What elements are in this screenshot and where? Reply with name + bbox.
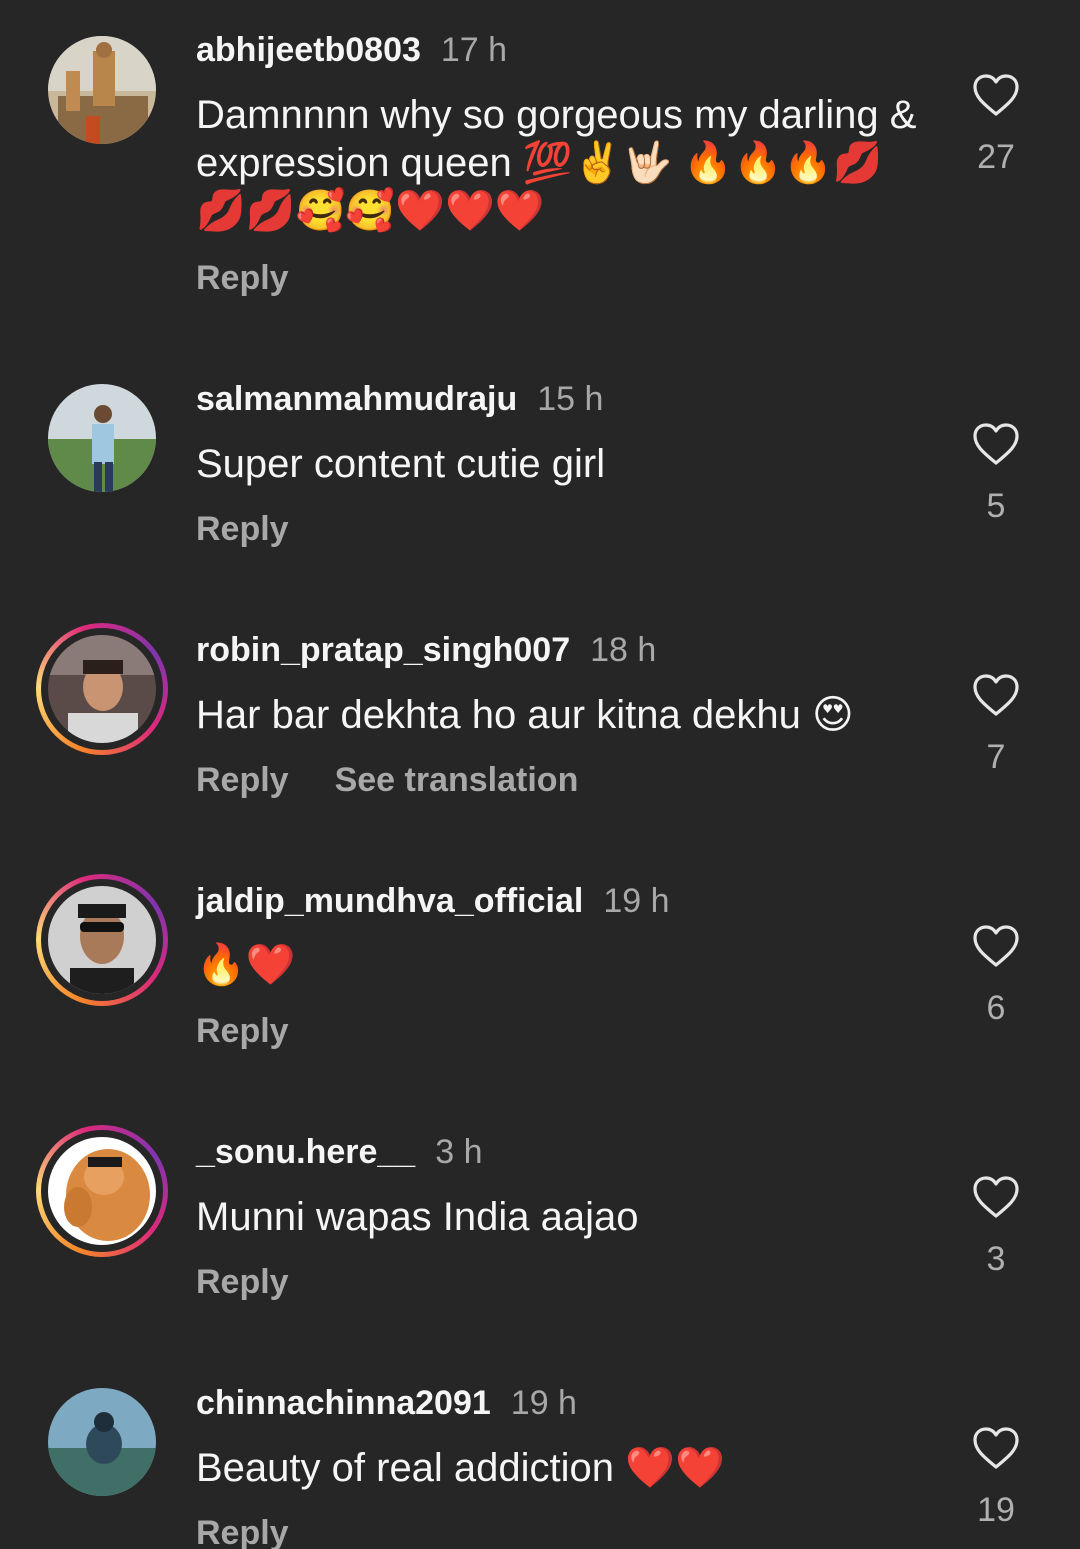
like-count: 27 <box>977 138 1015 176</box>
username[interactable]: jaldip_mundhva_official <box>196 882 583 920</box>
comment-actions: Reply See translation <box>196 760 578 800</box>
avatar-image <box>48 886 156 994</box>
timestamp: 3 h <box>435 1133 483 1171</box>
like-control: 7 <box>956 673 1036 777</box>
comment-actions: Reply <box>196 1262 289 1302</box>
reply-button[interactable]: Reply <box>196 510 289 548</box>
avatar-story-ring[interactable] <box>36 623 168 755</box>
username[interactable]: robin_pratap_singh007 <box>196 631 570 669</box>
like-control: 27 <box>956 73 1036 177</box>
heart-outline-icon[interactable] <box>956 673 1036 717</box>
like-count: 6 <box>986 989 1006 1027</box>
avatar-image <box>48 1137 156 1245</box>
avatar-image <box>48 36 156 144</box>
like-control: 3 <box>956 1175 1036 1279</box>
like-control: 6 <box>956 924 1036 1028</box>
avatar-image <box>48 384 156 492</box>
heart-outline-icon[interactable] <box>956 924 1036 968</box>
comment-header: jaldip_mundhva_official 19 h <box>196 881 670 921</box>
comment-header: salmanmahmudraju 15 h <box>196 379 603 419</box>
comments-list: abhijeetb0803 17 h Damnnnn why so gorgeou… <box>0 0 1080 1549</box>
comment-text: Beauty of real addiction ❤️❤️ <box>196 1446 725 1490</box>
reply-button[interactable]: Reply <box>196 761 289 799</box>
username[interactable]: abhijeetb0803 <box>196 31 421 69</box>
timestamp: 19 h <box>603 882 670 920</box>
timestamp: 18 h <box>590 631 657 669</box>
comment-actions: Reply <box>196 1513 289 1549</box>
avatar[interactable] <box>48 1388 156 1496</box>
heart-outline-icon[interactable] <box>956 1175 1036 1219</box>
avatar-story-ring[interactable] <box>36 874 168 1006</box>
avatar-story-ring[interactable] <box>36 1125 168 1257</box>
comment-text: Har bar dekhta ho aur kitna dekhu 😍 <box>196 693 854 737</box>
comment-text: Damnnnn why so gorgeous my darling & exp… <box>196 93 917 233</box>
like-control: 5 <box>956 422 1036 526</box>
comment-actions: Reply <box>196 509 289 549</box>
avatar[interactable] <box>48 36 156 144</box>
comment-header: abhijeetb0803 17 h <box>196 30 507 70</box>
timestamp: 17 h <box>440 31 508 69</box>
comment-actions: Reply <box>196 258 289 298</box>
like-control: 19 <box>956 1426 1036 1530</box>
avatar-image <box>48 1388 156 1496</box>
reply-button[interactable]: Reply <box>196 1263 289 1301</box>
comment-text: Munni wapas India aajao <box>196 1195 639 1239</box>
avatar[interactable] <box>48 384 156 492</box>
comment-actions: Reply <box>196 1011 289 1051</box>
heart-outline-icon[interactable] <box>956 73 1036 117</box>
see-translation-button[interactable]: See translation <box>335 761 579 799</box>
username[interactable]: chinnachinna2091 <box>196 1384 491 1422</box>
timestamp: 15 h <box>537 380 604 418</box>
comment-header: _sonu.here__ 3 h <box>196 1132 482 1172</box>
heart-outline-icon[interactable] <box>956 422 1036 466</box>
comment-header: robin_pratap_singh007 18 h <box>196 630 656 670</box>
timestamp: 19 h <box>510 1384 577 1422</box>
like-count: 7 <box>986 738 1006 776</box>
reply-button[interactable]: Reply <box>196 1012 289 1050</box>
username[interactable]: salmanmahmudraju <box>196 380 517 418</box>
reply-button[interactable]: Reply <box>196 1514 289 1549</box>
heart-outline-icon[interactable] <box>956 1426 1036 1470</box>
username[interactable]: _sonu.here__ <box>196 1133 415 1171</box>
like-count: 5 <box>986 487 1006 525</box>
avatar-image <box>48 635 156 743</box>
like-count: 19 <box>977 1491 1015 1529</box>
like-count: 3 <box>986 1240 1006 1278</box>
comment-header: chinnachinna2091 19 h <box>196 1383 577 1423</box>
comment-text: 🔥❤️ <box>196 943 296 987</box>
comment-text: Super content cutie girl <box>196 442 606 486</box>
reply-button[interactable]: Reply <box>196 259 289 297</box>
